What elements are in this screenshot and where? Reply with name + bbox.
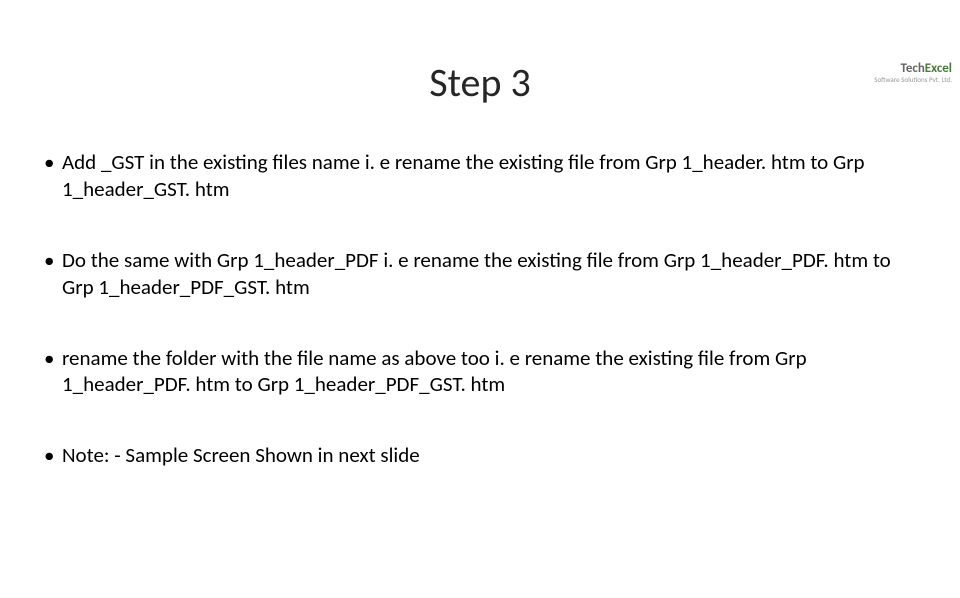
list-item: Add _GST in the existing files name i. e… [44, 149, 916, 203]
brand-logo: TechExcel Software Solutions Pvt. Ltd. [874, 62, 952, 84]
brand-tagline: Software Solutions Pvt. Ltd. [874, 76, 952, 84]
list-item: Note: - Sample Screen Shown in next slid… [44, 442, 916, 469]
brand-part1: Tech [901, 61, 925, 76]
brand-part2: Excel [925, 61, 952, 76]
bullet-list: Add _GST in the existing files name i. e… [44, 149, 916, 469]
slide-title: Step 3 [0, 58, 960, 107]
slide-content: Add _GST in the existing files name i. e… [0, 149, 960, 469]
list-item: Do the same with Grp 1_header_PDF i. e r… [44, 247, 916, 301]
list-item: rename the folder with the file name as … [44, 345, 916, 399]
brand-logo-main: TechExcel [874, 62, 952, 76]
